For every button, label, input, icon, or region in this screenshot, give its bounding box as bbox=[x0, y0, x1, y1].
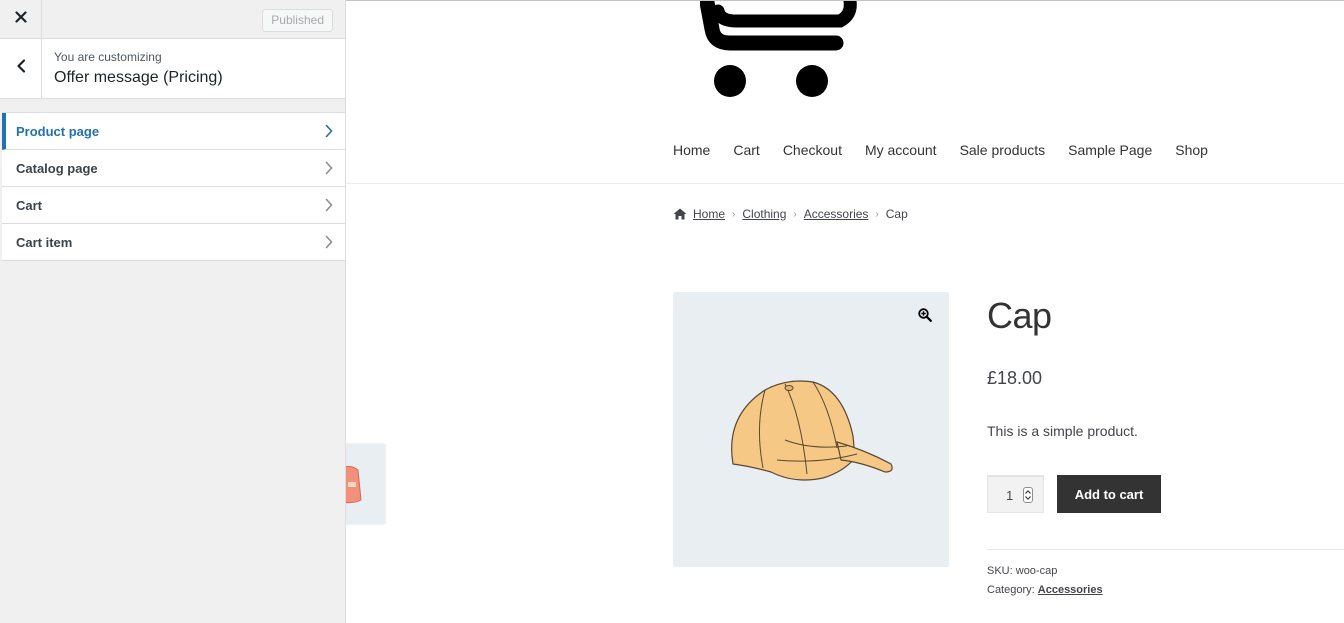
section-item-catalog-page[interactable]: Catalog page bbox=[2, 150, 345, 187]
published-button[interactable]: Published bbox=[262, 9, 333, 32]
breadcrumb-home[interactable]: Home bbox=[693, 207, 725, 221]
nav-link-home[interactable]: Home bbox=[673, 142, 710, 158]
close-button[interactable] bbox=[0, 0, 42, 38]
nav-link-checkout[interactable]: Checkout bbox=[783, 142, 842, 158]
customizing-title: Offer message (Pricing) bbox=[54, 69, 223, 86]
customize-info-panel: You are customizing Offer message (Prici… bbox=[0, 39, 345, 99]
product-title: Cap bbox=[987, 295, 1052, 336]
add-to-cart-button[interactable]: Add to cart bbox=[1057, 475, 1161, 513]
chevron-right-icon bbox=[325, 124, 333, 143]
breadcrumb-current: Cap bbox=[885, 207, 908, 221]
product-sku: SKU: woo-cap bbox=[987, 565, 1057, 577]
zoom-in-icon[interactable] bbox=[918, 308, 932, 327]
breadcrumb-accessories[interactable]: Accessories bbox=[804, 207, 869, 221]
section-item-cart[interactable]: Cart bbox=[2, 187, 345, 224]
section-list: Product page Catalog page Cart Cart item bbox=[2, 112, 345, 261]
nav-link-my-account[interactable]: My account bbox=[865, 142, 937, 158]
breadcrumb: Home › Clothing › Accessories › Cap bbox=[673, 207, 908, 221]
chevron-right-icon bbox=[325, 198, 333, 217]
section-item-label: Product page bbox=[16, 124, 100, 139]
meta-divider bbox=[987, 549, 1344, 550]
site-preview: Home Cart Checkout My account Sale produ… bbox=[346, 0, 1344, 623]
product-image[interactable] bbox=[673, 292, 949, 567]
cap-image bbox=[731, 380, 893, 481]
section-item-label: Catalog page bbox=[16, 161, 98, 176]
product-category: Category: Accessories bbox=[987, 584, 1103, 596]
nav-link-sample-page[interactable]: Sample Page bbox=[1068, 142, 1152, 158]
spinner-icon[interactable] bbox=[1023, 487, 1033, 503]
customizer-header: Published bbox=[0, 0, 345, 39]
chevron-right-icon: › bbox=[732, 208, 736, 220]
category-label: Category: bbox=[987, 584, 1035, 596]
nav-link-cart[interactable]: Cart bbox=[733, 142, 759, 158]
chevron-right-icon: › bbox=[793, 208, 797, 220]
nav-link-shop[interactable]: Shop bbox=[1175, 142, 1208, 158]
category-link[interactable]: Accessories bbox=[1038, 584, 1103, 596]
section-item-cart-item[interactable]: Cart item bbox=[2, 224, 345, 261]
header-divider bbox=[346, 183, 1344, 184]
quantity-value: 1 bbox=[1006, 488, 1014, 503]
nav-link-sale-products[interactable]: Sale products bbox=[960, 142, 1046, 158]
sku-value: woo-cap bbox=[1015, 565, 1058, 577]
product-description: This is a simple product. bbox=[987, 423, 1138, 439]
home-icon bbox=[673, 208, 687, 220]
chevron-right-icon: › bbox=[875, 208, 879, 220]
customizing-label: You are customizing bbox=[54, 50, 162, 64]
section-item-label: Cart bbox=[16, 198, 43, 213]
product-thumbnail[interactable] bbox=[346, 444, 385, 524]
section-item-label: Cart item bbox=[16, 235, 73, 250]
close-icon bbox=[14, 10, 27, 28]
chevron-right-icon bbox=[325, 161, 333, 180]
breadcrumb-clothing[interactable]: Clothing bbox=[742, 207, 786, 221]
product-price: £18.00 bbox=[987, 368, 1043, 388]
chevron-left-icon bbox=[16, 59, 26, 78]
customizer-sidebar: Published You are customizing Offer mess… bbox=[0, 0, 346, 623]
back-button[interactable] bbox=[0, 39, 42, 98]
shopping-cart-icon[interactable] bbox=[699, 1, 860, 106]
quantity-stepper[interactable]: 1 bbox=[987, 475, 1044, 513]
chevron-right-icon bbox=[325, 235, 333, 254]
section-item-product-page[interactable]: Product page bbox=[2, 113, 345, 150]
sku-label: SKU: bbox=[987, 565, 1013, 577]
primary-navigation: Home Cart Checkout My account Sale produ… bbox=[673, 142, 1231, 158]
